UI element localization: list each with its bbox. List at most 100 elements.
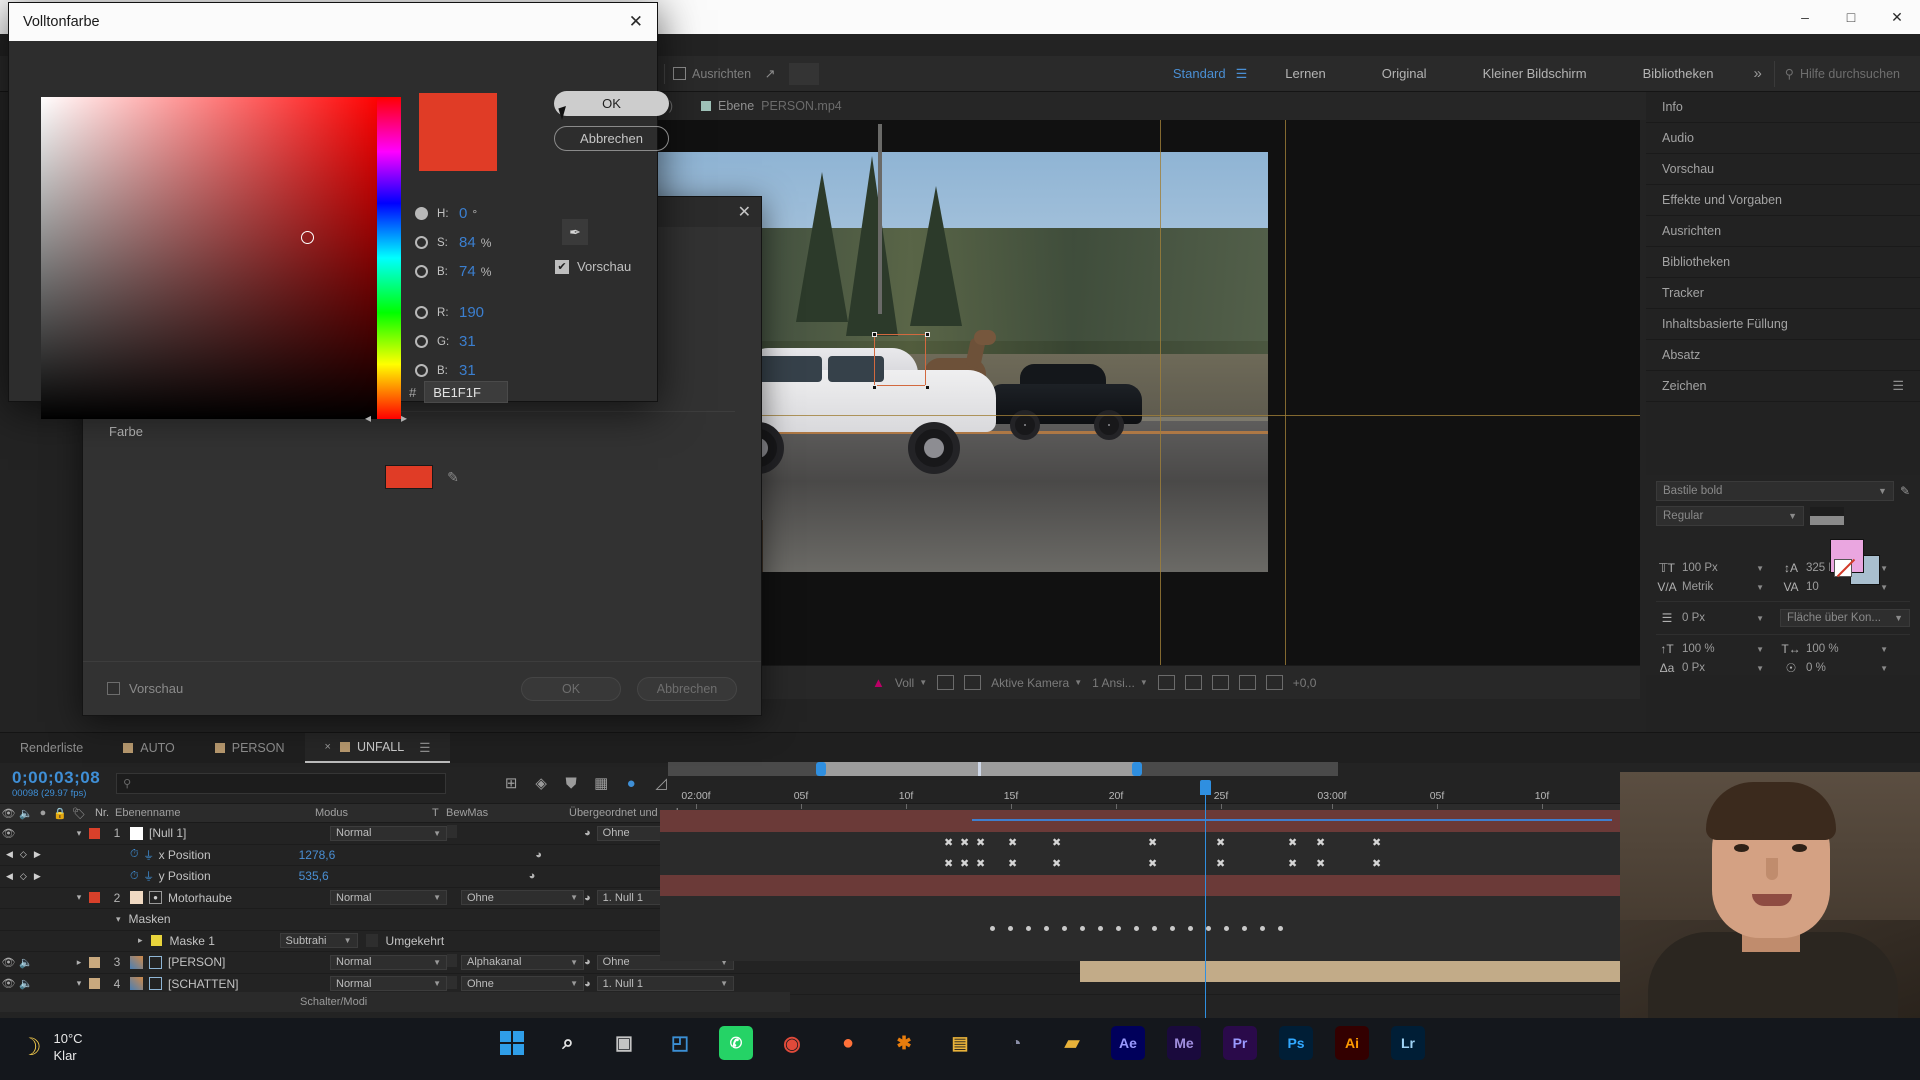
panel-ausrichten[interactable]: Ausrichten [1646,216,1920,247]
panel-menu-icon[interactable]: ☰ [1892,378,1904,394]
radio-b[interactable] [415,265,428,278]
layer-search-input[interactable]: ⚲ [116,772,447,794]
work-area-end-handle[interactable] [1132,762,1142,776]
expand-arrow-icon[interactable]: ▸ [138,935,143,946]
radio-r[interactable] [415,306,428,319]
pickwhip-icon[interactable]: ◕ [535,849,542,861]
track-matte-select[interactable]: Alphakanal ▼ [461,954,584,970]
align-toggle[interactable]: Ausrichten [673,67,751,81]
panel-vorschau[interactable]: Vorschau [1646,154,1920,185]
layer-name-cell[interactable]: [Null 1] [130,826,330,840]
blender-icon[interactable]: ✱ [887,1026,921,1060]
tsume-field[interactable]: ☉ 0 % ▼ [1780,661,1888,675]
premiere-icon[interactable]: Pr [1223,1026,1257,1060]
composition-viewer[interactable] [640,120,1640,665]
radio-blue[interactable] [415,364,428,377]
property-value[interactable]: 535,6 [299,869,329,883]
color-cursor-icon[interactable] [301,231,314,244]
workspace-overflow-icon[interactable]: » [1741,65,1773,82]
layer-video-toggle[interactable]: 👁 [0,956,17,969]
camera-dropdown[interactable]: Aktive Kamera ▼ [991,676,1082,690]
close-button[interactable]: ✕ [1874,0,1920,34]
expand-arrow-icon[interactable]: ▾ [69,978,89,989]
widgets-icon[interactable]: ◰ [663,1026,697,1060]
current-time-indicator[interactable] [1200,780,1211,795]
keyframe-navigator[interactable]: ◀ ◇ ▶ [0,871,88,882]
hue-slider[interactable] [377,97,401,419]
hide-shy-layers-icon[interactable]: ⛊ [556,775,586,792]
layer-audio-toggle[interactable]: 🔈 [17,956,35,969]
ok-button[interactable]: OK [521,676,621,701]
frame-blending-icon[interactable]: ▦ [586,774,616,792]
color-picker-dialog[interactable]: Volltonfarbe ✕ ▸ ◂ H: 0 ° S: 84 % B: 74 … [8,2,669,425]
after-effects-icon[interactable]: Ae [1111,1026,1145,1060]
blend-mode-select[interactable]: Normal ▼ [330,825,447,841]
motion-blur-icon[interactable]: ● [616,775,646,792]
pickwhip-icon[interactable]: ◕ [584,956,591,968]
font-style-select[interactable]: Regular ▼ [1656,506,1804,526]
value-b[interactable]: 74 [459,263,476,280]
layer-color-chip[interactable] [89,892,100,904]
whatsapp-icon[interactable]: ✆ [719,1026,753,1060]
timeline-icon[interactable] [1211,675,1229,690]
layer-name-cell[interactable]: [PERSON] [130,955,330,969]
task-view-icon[interactable]: ▣ [607,1026,641,1060]
preview-checkbox[interactable] [107,682,120,695]
prev-keyframe-icon[interactable]: ◀ [6,849,13,860]
tab-renderliste[interactable]: Renderliste [0,733,103,763]
composition-mini-flowchart-icon[interactable]: ⊞ [496,774,526,792]
red-row[interactable]: R: 190 [415,298,491,327]
stroke-order-select[interactable]: Fläche über Kon... ▼ [1780,609,1910,627]
views-dropdown[interactable]: 1 Ansi... ▼ [1092,676,1148,690]
radio-h[interactable] [415,207,428,220]
expand-arrow-icon[interactable]: ▾ [69,892,89,903]
close-icon[interactable]: × [325,741,331,753]
layer-tab[interactable]: Ebene PERSON.mp4 [687,99,856,113]
horizontal-scale-field[interactable]: T↔ 100 % ▼ [1780,642,1888,656]
mask-mode-select[interactable]: Subtrahi ▼ [279,933,358,949]
photoshop-icon[interactable]: Ps [1279,1026,1313,1060]
graph-icon[interactable]: ⏚ [139,847,159,863]
close-icon[interactable]: ✕ [629,12,643,32]
layer-name-cell[interactable]: [SCHATTEN] [130,977,330,991]
exposure-value[interactable]: +0,0 [1293,676,1317,690]
pixel-aspect-correction-icon[interactable] [1157,675,1175,690]
value-s[interactable]: 84 [459,234,476,251]
panel-audio[interactable]: Audio [1646,123,1920,154]
next-keyframe-icon[interactable]: ▶ [34,871,41,882]
stopwatch-icon[interactable]: ⏱ [130,848,139,861]
next-keyframe-icon[interactable]: ▶ [34,849,41,860]
cancel-button[interactable]: Abbrechen [637,676,737,701]
layer-audio-toggle[interactable]: 🔈 [17,977,35,990]
pickwhip-icon[interactable]: ◕ [529,870,536,882]
tab-person[interactable]: PERSON [195,733,305,763]
illustrator-icon[interactable]: Ai [1335,1026,1369,1060]
files-icon[interactable]: ▰ [1055,1026,1089,1060]
toggle-switches-modes-button[interactable]: Schalter/Modi [300,996,367,1008]
pickwhip-icon[interactable]: ◕ [584,892,591,904]
work-area-bar[interactable] [668,762,1338,776]
region-of-interest-icon[interactable] [937,675,955,690]
layer-color-chip[interactable] [89,978,100,990]
hex-input[interactable]: BE1F1F [424,381,509,403]
preserve-transparency-toggle[interactable] [447,954,457,968]
saturation-value-field[interactable] [41,97,381,419]
brightness-row[interactable]: B: 74 % [415,257,491,286]
work-area-start-handle[interactable] [816,762,826,776]
panel-absatz[interactable]: Absatz [1646,340,1920,371]
panel-inhaltsbasierte-fuellung[interactable]: Inhaltsbasierte Füllung [1646,309,1920,340]
workspace-tab-kleiner-bildschirm[interactable]: Kleiner Bildschirm [1455,66,1615,81]
preview-checkbox[interactable]: ✔ [555,259,569,274]
stroke-width-field[interactable]: ☰ 0 Px ▼ [1656,611,1764,625]
preserve-transparency-toggle[interactable] [447,975,457,989]
cancel-button[interactable]: Abbrechen [554,126,669,151]
chrome-icon[interactable]: ◉ [775,1026,809,1060]
fast-previews-icon[interactable] [1184,675,1202,690]
radio-s[interactable] [415,236,428,249]
media-encoder-icon[interactable]: Me [1167,1026,1201,1060]
panel-bibliotheken[interactable]: Bibliotheken [1646,247,1920,278]
value-blue[interactable]: 31 [459,362,476,379]
blend-mode-select[interactable]: Normal ▼ [330,954,447,970]
layer-color-chip[interactable] [89,827,100,839]
value-g[interactable]: 31 [459,333,476,350]
